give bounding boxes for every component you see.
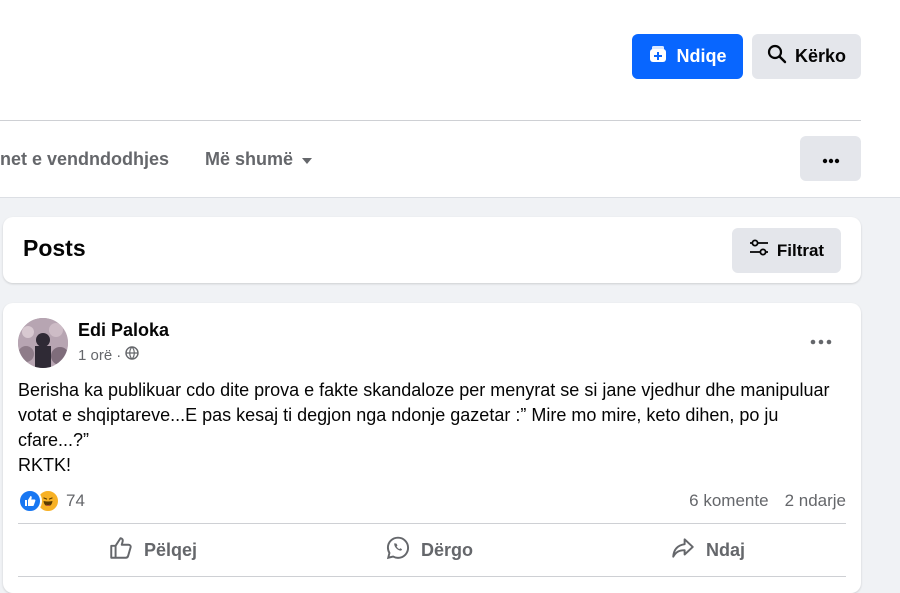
send-label: Dërgo xyxy=(421,539,474,560)
send-button[interactable]: Dërgo xyxy=(385,535,473,565)
filter-label: Filtrat xyxy=(776,240,825,260)
tab-location[interactable]: net e vendndodhjes xyxy=(0,140,169,178)
reactions-summary[interactable]: 74 xyxy=(18,489,85,513)
search-button[interactable]: Kërko xyxy=(752,34,861,79)
globe-icon xyxy=(125,346,139,364)
header-divider xyxy=(0,120,861,121)
comments-count[interactable]: 6 komente xyxy=(689,491,768,511)
more-horizontal-icon xyxy=(810,332,832,350)
post-stats: 6 komente 2 ndarje xyxy=(689,491,846,511)
reaction-count: 74 xyxy=(66,491,85,510)
posts-title: Posts xyxy=(23,235,86,261)
filter-button[interactable]: Filtrat xyxy=(732,228,841,273)
post-time[interactable]: 1 orë xyxy=(78,347,112,364)
tab-more-label: Më shumë xyxy=(205,148,294,169)
like-button[interactable]: Pëlqej xyxy=(108,535,197,565)
more-options-button[interactable] xyxy=(800,136,861,181)
like-reaction-icon xyxy=(18,489,42,513)
caret-down-icon xyxy=(301,149,313,170)
tab-location-label: net e vendndodhjes xyxy=(0,148,170,169)
page-header: Ndiqe Kërko net e vendndodhjes Më shumë xyxy=(0,0,900,198)
actions-divider-top xyxy=(18,523,846,524)
follow-label: Ndiqe xyxy=(676,46,727,66)
share-button[interactable]: Ndaj xyxy=(670,535,745,565)
posts-header-card: Posts Filtrat xyxy=(3,217,861,283)
more-horizontal-icon xyxy=(822,148,840,169)
thumbs-up-icon xyxy=(108,535,134,566)
post-options-button[interactable] xyxy=(806,329,836,353)
post-card: Edi Paloka 1 orë · Berisha ka publikuar … xyxy=(3,303,861,593)
actions-divider-bottom xyxy=(18,576,846,577)
like-label: Pëlqej xyxy=(144,539,198,560)
post-text: Berisha ka publikuar cdo dite prova e fa… xyxy=(18,380,830,475)
search-label: Kërko xyxy=(794,46,847,66)
shares-count[interactable]: 2 ndarje xyxy=(785,491,846,511)
meta-separator: · xyxy=(116,346,122,364)
post-author[interactable]: Edi Paloka xyxy=(78,320,169,341)
whatsapp-icon xyxy=(385,535,411,566)
avatar[interactable] xyxy=(18,318,68,368)
follow-icon xyxy=(648,44,668,69)
search-icon xyxy=(767,44,787,69)
filter-icon xyxy=(749,239,769,262)
tab-more[interactable]: Më shumë xyxy=(205,140,313,178)
follow-button[interactable]: Ndiqe xyxy=(632,34,743,79)
post-meta: 1 orë · xyxy=(78,346,139,364)
share-arrow-icon xyxy=(670,535,696,566)
share-label: Ndaj xyxy=(706,539,746,560)
